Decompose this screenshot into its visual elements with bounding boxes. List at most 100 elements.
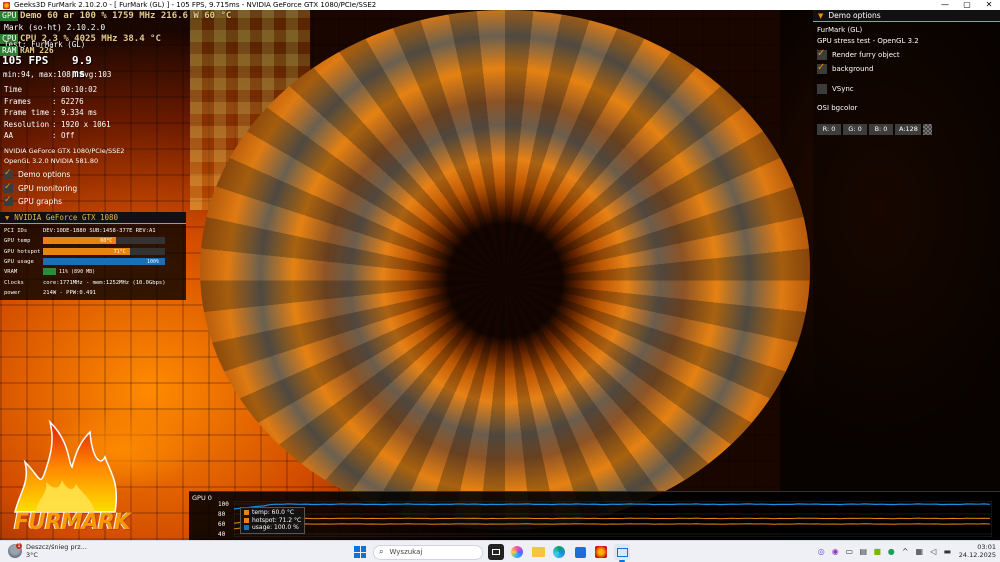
battery-icon[interactable]: ▬ [942,546,953,557]
render-furry-label: Render furry object [832,51,900,59]
stat-value: : 1920 x 1061 [52,119,111,129]
graph-frame [234,501,992,537]
tray-app-icon[interactable]: ◎ [816,546,827,557]
weather-alert-badge: 1 [16,543,22,549]
tray-monitor-icon[interactable]: ▭ [844,546,855,557]
checkbox-icon[interactable] [4,168,13,180]
start-button[interactable] [352,544,368,560]
stat-label: Resolution [4,119,50,129]
gpu-graph-panel: GPU 0 100 80 60 40 temp: 60.0 °C hotspot:… [189,491,1000,540]
taskbar-clock[interactable]: 03:01 24.12.2025 [959,543,996,559]
volume-icon[interactable]: ◁ [928,546,939,557]
clock-date: 24.12.2025 [958,551,996,559]
background-checkbox[interactable]: background [817,62,874,74]
copilot-icon[interactable] [509,544,525,560]
checkbox-icon[interactable] [817,62,827,74]
render-furry-checkbox[interactable]: Render furry object [817,48,900,60]
temp-bar: 60°C [43,237,165,244]
checkbox-icon[interactable] [4,195,13,207]
graph-usage-line [234,503,991,510]
minimize-button[interactable]: — [934,0,956,10]
gpu-opengl: OpenGL 3.2.0 NVIDIA 581.80 [4,157,99,165]
vram-value: 11% (890 MB) [59,269,96,275]
stat-value: : 9.334 ms [52,108,98,117]
demo-name: FurMark (GL) [817,26,863,34]
osd-line-gpu: Demo 60 ar 100 % 1759 MHz 216.6 W 60 °C [20,11,232,21]
stat-label: AA [4,131,14,140]
bgcolor-b-field[interactable]: B: 0 [869,124,893,135]
stat-label: Frame time [4,108,50,117]
clocks-value: core:1771MHz - mem:1252MHz (10.0Gbps) [43,280,166,286]
task-view-icon[interactable] [488,544,504,560]
vsync-label: VSync [832,85,854,93]
graph-y-tick: 60 [218,521,226,528]
fps-value: 105 FPS [2,54,49,67]
pci-row: PCI IDs DEV:10DE-1B80 SUB:1458-377E REV:… [4,228,156,234]
stat-row: Time: 00:10:02 [4,84,111,96]
option-checkbox[interactable]: Demo options [4,168,77,182]
close-button[interactable]: ✕ [978,0,1000,10]
graph-legend: temp: 60.0 °C hotspot: 71.2 °C usage: 100.… [240,507,306,534]
hotspot-label: GPU hotspot [4,249,41,255]
graph-plot [234,501,992,537]
power-row: power 214W - PPW:0.491 [4,290,96,296]
store-icon[interactable] [572,544,588,560]
weather-widget[interactable]: 1 Deszcz/śnieg prz... 3°C [8,543,87,559]
graph-y-tick: 80 [218,511,226,518]
legend-item: temp: 60.0 °C [244,509,301,517]
background-label: background [832,65,874,73]
option-checkbox[interactable]: GPU monitoring [4,182,77,196]
power-label: power [4,290,21,296]
bgcolor-swatch[interactable] [923,124,932,135]
usage-bar: 100% [43,258,165,265]
demo-options-panel: ▼ Demo options FurMark (GL) GPU stress t… [813,10,1000,490]
file-explorer-icon[interactable] [530,544,546,560]
weather-cloud-icon: 1 [8,543,22,558]
weather-text: Deszcz/śnieg prz... 3°C [26,543,87,559]
demo-options-header[interactable]: ▼ Demo options [813,10,1000,22]
hotspot-row: GPU hotspot [4,249,40,255]
furmark-window-taskbar-icon[interactable] [614,544,630,562]
clocks-row: Clocks core:1771MHz - mem:1252MHz (10.0G… [4,280,166,286]
pci-value: DEV:10DE-1B80 SUB:1458-377E REV:A1 [43,228,156,234]
stat-row: AA: Off [4,130,111,142]
furmark-app-icon [3,1,10,9]
gpu-panel-header[interactable]: ▼ NVIDIA GeForce GTX 1080 [0,212,186,224]
checkbox-icon[interactable] [4,182,13,193]
tray-obs-icon[interactable]: ◉ [830,546,841,557]
search-icon: ⌕ [379,547,384,556]
nvidia-tray-icon[interactable]: ■ [872,546,883,557]
fps-minmax: min:94, max:108, avg:103 [3,70,112,79]
edge-browser-icon[interactable] [551,544,567,560]
windows-taskbar: 1 Deszcz/śnieg prz... 3°C ⌕ Wyszukaj ◎ ◉… [0,540,1000,562]
furry-donut-object [200,10,810,530]
legend-item: usage: 100.0 % [244,524,301,532]
taskbar-search[interactable]: ⌕ Wyszukaj [373,544,483,560]
furmark-taskbar-icon[interactable] [593,544,609,560]
hotspot-value: 71°C [113,249,126,255]
tray-security-icon[interactable]: ● [886,546,897,557]
bgcolor-g-field[interactable]: G: 0 [843,124,867,135]
tray-chevron-icon[interactable]: ^ [900,546,911,557]
stats-block: Time: 00:10:02 Frames: 62276 Frame time: 9… [4,84,111,142]
vsync-checkbox[interactable]: VSync [817,84,854,94]
collapse-triangle-icon: ▼ [818,11,824,20]
tray-app2-icon[interactable]: ▤ [858,546,869,557]
window-title: Geeks3D FurMark 2.10.2.0 - [ FurMark (GL… [14,1,377,9]
screen: Geeks3D FurMark 2.10.2.0 - [ FurMark (GL… [0,0,1000,562]
checkbox-icon[interactable] [817,84,827,94]
network-icon[interactable]: ▦ [914,546,925,557]
option-label: Demo options [18,170,71,180]
search-placeholder: Wyszukaj [389,548,423,556]
option-checkbox[interactable]: GPU graphs [4,195,77,209]
maximize-button[interactable]: ▢ [956,0,978,10]
vram-bar-fill [43,268,57,275]
bgcolor-a-field[interactable]: A:128 [895,124,921,135]
stat-label: Frames [4,96,32,106]
bgcolor-r-field[interactable]: R: 0 [817,124,841,135]
legend-label: temp: 60.0 °C [252,509,295,516]
window-titlebar[interactable]: Geeks3D FurMark 2.10.2.0 - [ FurMark (GL… [0,0,1000,10]
checkbox-icon[interactable] [817,48,827,60]
usage-value: 100% [147,259,160,265]
legend-label: hotspot: 71.2 °C [252,516,302,524]
